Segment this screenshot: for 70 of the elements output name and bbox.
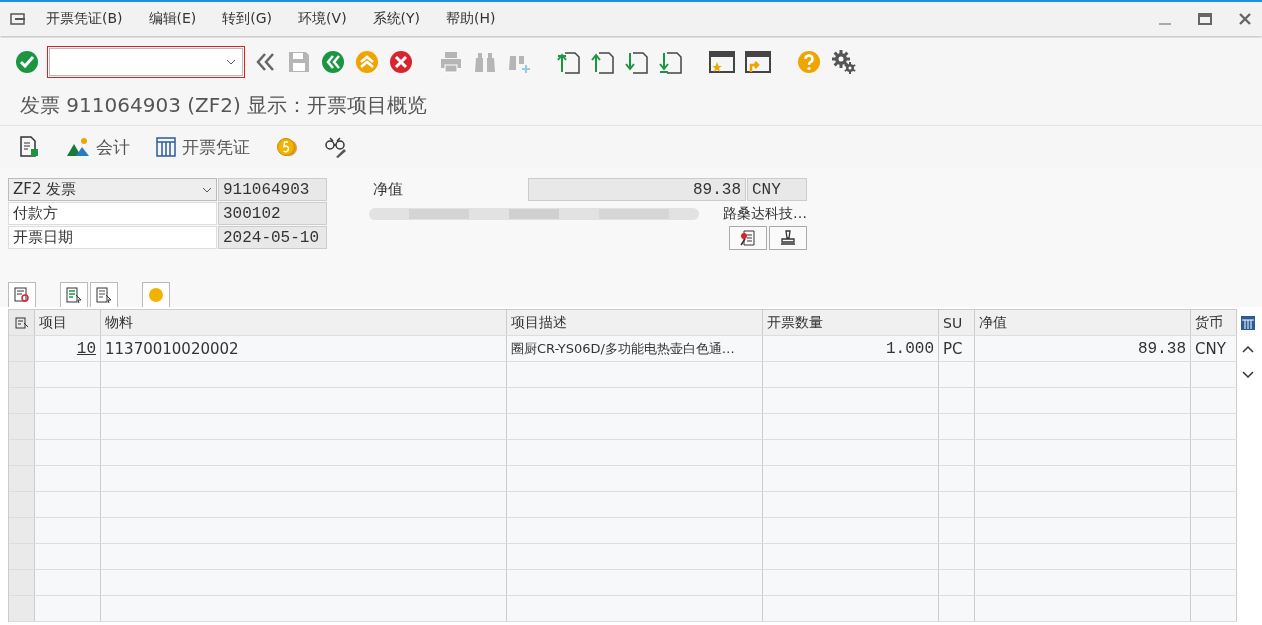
table-cell: 圈厨CR-YS06D/多功能电热壶白色通… (507, 336, 763, 361)
scroll-up-icon[interactable] (1242, 345, 1254, 353)
up-chevron-icon[interactable] (355, 50, 379, 74)
column-header[interactable]: 开票数量 (763, 310, 939, 335)
menu-item[interactable]: 环境(V) (298, 10, 347, 28)
column-header[interactable]: 项目 (35, 310, 101, 335)
accounting-button[interactable]: 会计 (66, 135, 130, 159)
stamp-button[interactable] (769, 226, 807, 250)
net-value-field[interactable]: 89.38 (528, 178, 746, 201)
payer-field[interactable]: 300102 (218, 202, 327, 225)
scroll-down-icon[interactable] (1242, 371, 1254, 379)
maximize-icon[interactable] (1198, 12, 1212, 26)
coin-icon[interactable] (276, 136, 298, 158)
billing-date-label: 开票日期 (8, 226, 217, 249)
back-icon[interactable] (321, 50, 345, 74)
document-pin-icon (739, 229, 757, 247)
document-icon[interactable] (18, 136, 40, 158)
menu-item[interactable]: 系统(Y) (372, 10, 421, 28)
page-down-icon[interactable] (659, 50, 683, 74)
table-cell: 89.38 (975, 336, 1191, 361)
cancel-icon[interactable] (389, 50, 413, 74)
billing-date-field[interactable]: 2024-05-10 (218, 226, 327, 249)
details-button[interactable] (8, 282, 36, 307)
payer-label: 付款方 (8, 202, 217, 225)
column-header[interactable]: 货币 (1191, 310, 1237, 335)
deselect-all-button[interactable] (90, 282, 118, 307)
settings-icon[interactable] (831, 49, 857, 75)
screen-title: 发票 911064903 (ZF2) 显示：开票项目概览 (0, 86, 1262, 126)
select-all-button[interactable] (60, 282, 88, 307)
billing-document-button[interactable]: 开票凭证 (156, 135, 250, 159)
table-cell: CNY (1191, 336, 1237, 361)
document-flow-button[interactable] (729, 226, 767, 250)
select-all-icon[interactable] (14, 316, 29, 329)
menu-item[interactable]: 开票凭证(B) (46, 10, 123, 28)
stamp-icon (779, 229, 797, 247)
menu-icon[interactable] (10, 13, 26, 25)
document-type-dropdown[interactable]: ZF2 发票 (8, 178, 217, 201)
mountain-icon (66, 137, 90, 157)
table-settings-icon[interactable] (1240, 314, 1256, 331)
column-header[interactable]: SU (939, 310, 975, 335)
page-down-icon[interactable] (625, 50, 649, 74)
coin-icon (148, 287, 164, 303)
close-icon[interactable] (1238, 12, 1252, 26)
column-header[interactable]: 净值 (975, 310, 1191, 335)
caret-icon[interactable] (226, 59, 236, 65)
list-cursor-icon (96, 287, 112, 303)
menu-item[interactable]: 转到(G) (222, 10, 273, 28)
item-number-link[interactable]: 10 (76, 339, 96, 358)
payer-name: 路桑达科技… (723, 204, 807, 223)
list-cursor-icon (66, 287, 82, 303)
glasses-icon[interactable] (324, 136, 348, 158)
caret-icon (202, 186, 212, 193)
document-number-field[interactable]: 911064903 (218, 178, 327, 201)
menu-item[interactable]: 编辑(E) (148, 10, 197, 28)
net-value-label: 净值 (372, 179, 404, 200)
table-cell: 1.000 (763, 336, 939, 361)
page-up-icon[interactable] (591, 50, 615, 74)
column-header[interactable]: 项目描述 (507, 310, 763, 335)
menu-item[interactable]: 帮助(H) (446, 10, 496, 28)
column-header[interactable]: 物料 (101, 310, 507, 335)
table-cell: 11370010020002 (101, 336, 507, 361)
table-icon (156, 137, 176, 157)
table-row[interactable]: 10 11370010020002 圈厨CR-YS06D/多功能电热壶白色通… 1.000 PC 89.38 CNY (9, 336, 1237, 362)
page-up-icon[interactable] (557, 50, 581, 74)
document-magnifier-icon (14, 287, 30, 303)
currency-field[interactable]: CNY (747, 178, 807, 201)
command-field[interactable] (49, 48, 243, 76)
check-icon[interactable] (15, 50, 39, 74)
table-cell: PC (939, 336, 975, 361)
help-icon[interactable] (797, 50, 821, 74)
